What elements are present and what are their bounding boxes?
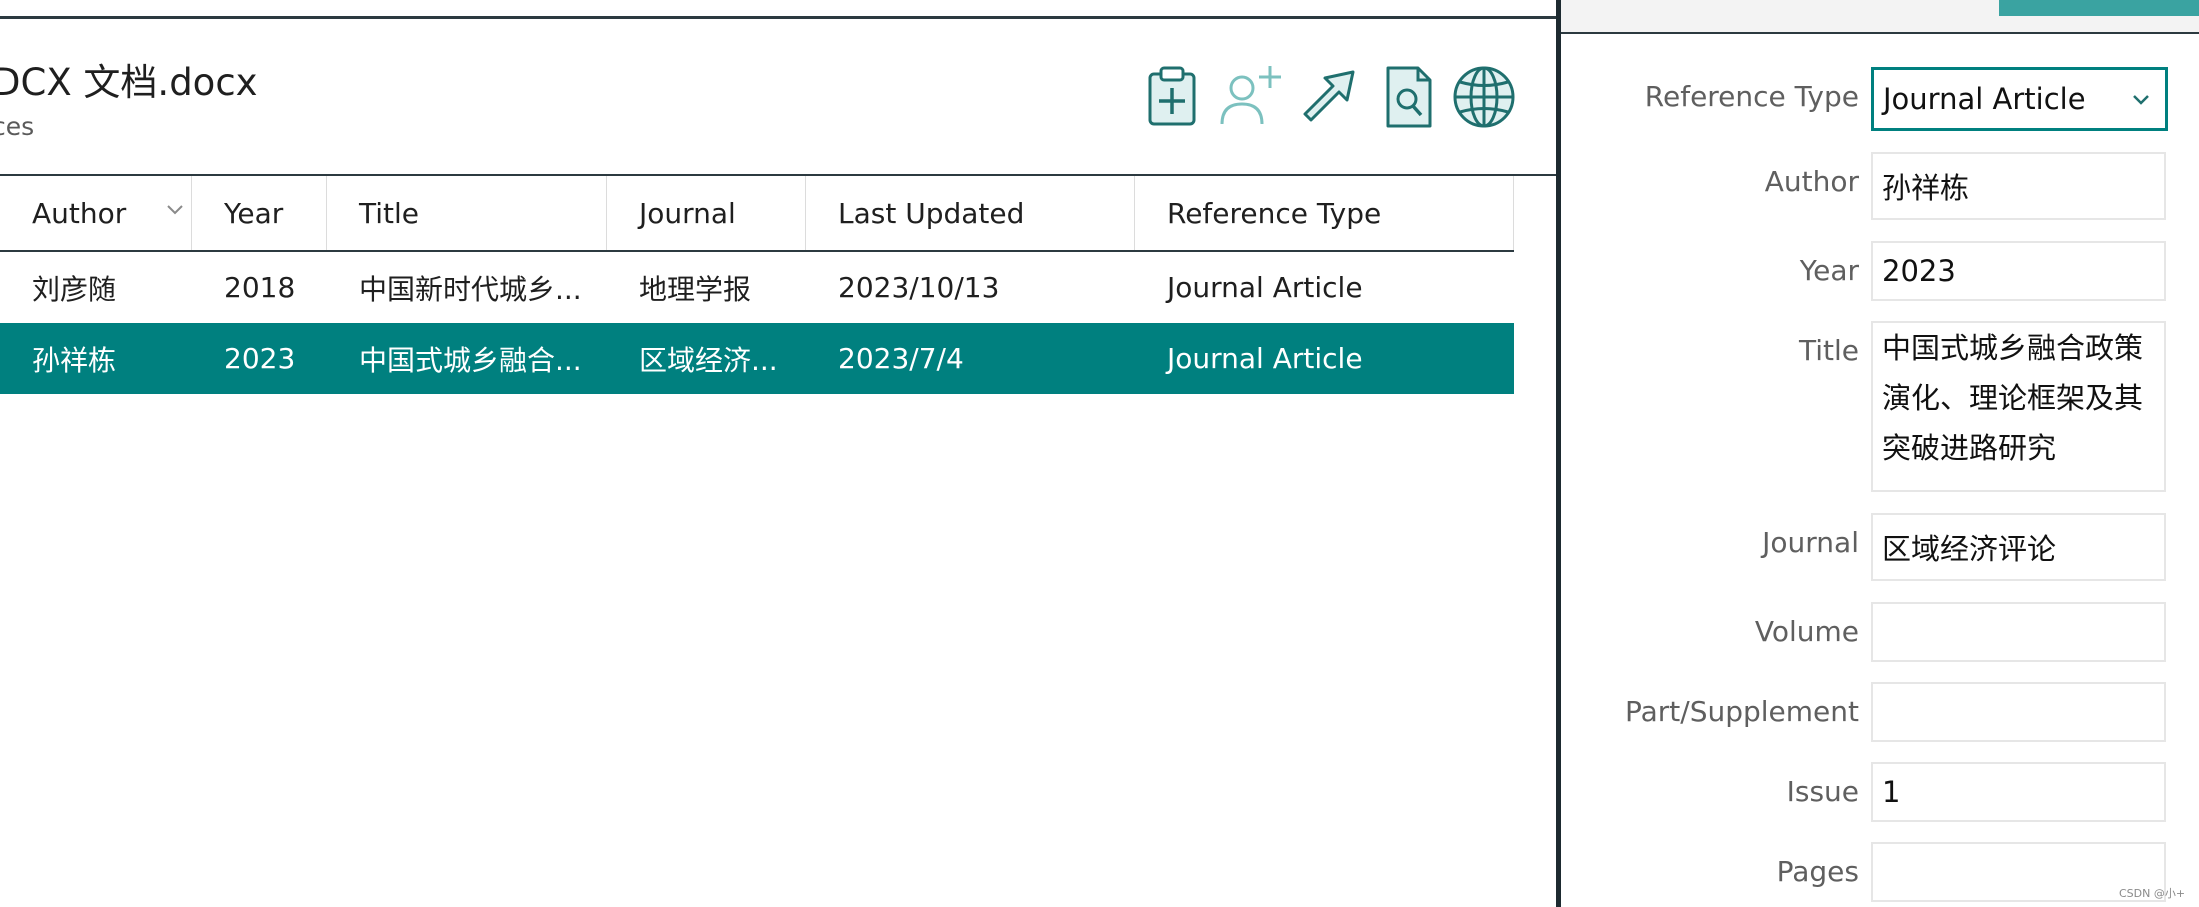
year-label: Year — [1799, 254, 1859, 287]
title-field[interactable]: 中国式城乡融合政策 演化、理论框架及其 突破进路研究 — [1871, 321, 2166, 492]
library-pane: DCX 文档.docx ces — [0, 0, 1556, 907]
cell-title: 中国新时代城乡... — [359, 272, 582, 306]
cell-journal: 区域经济... — [639, 343, 778, 377]
watermark: CSDN @小+ — [2119, 887, 2186, 900]
cell-reference-type: Journal Article — [1167, 271, 1363, 304]
part-supplement-field[interactable] — [1871, 682, 2166, 742]
table-header: Author Year Title Journal Last Updated R… — [0, 176, 1514, 252]
cell-author: 刘彦随 — [32, 272, 117, 306]
column-header-last-updated[interactable]: Last Updated — [806, 176, 1135, 250]
title-label: Title — [1798, 334, 1859, 367]
document-title: DCX 文档.docx — [0, 61, 258, 104]
reference-type-label: Reference Type — [1644, 80, 1859, 113]
part-supplement-label: Part/Supplement — [1624, 695, 1859, 728]
column-label: Journal — [639, 196, 736, 230]
cell-title: 中国式城乡融合... — [359, 343, 582, 377]
table-row-selected[interactable]: 孙祥栋 2023 中国式城乡融合... 区域经济... 2023/7/4 Jou… — [0, 323, 1514, 394]
column-label: Year — [224, 196, 284, 230]
cell-last-updated: 2023/7/4 — [838, 342, 964, 375]
issue-value: 1 — [1882, 775, 1901, 809]
globe-icon — [1453, 66, 1515, 128]
column-header-journal[interactable]: Journal — [607, 176, 806, 250]
author-field[interactable]: 孙祥栋 — [1871, 152, 2166, 220]
document-subtitle: ces — [0, 112, 35, 141]
insert-citation-button[interactable] — [1139, 64, 1205, 130]
title-line: 演化、理论框架及其 — [1882, 381, 2144, 415]
chevron-down-icon — [2133, 95, 2149, 105]
cell-year: 2023 — [224, 342, 296, 375]
year-value: 2023 — [1882, 254, 1956, 288]
pages-label: Pages — [1776, 855, 1859, 888]
find-document-icon — [1386, 66, 1432, 128]
column-header-year[interactable]: Year — [192, 176, 327, 250]
reference-type-select[interactable]: Journal Article — [1871, 67, 2168, 131]
details-tab[interactable] — [1999, 0, 2199, 16]
chevron-down-icon — [167, 205, 183, 215]
title-line: 突破进路研究 — [1882, 431, 2057, 465]
title-line: 中国式城乡融合政策 — [1882, 331, 2144, 365]
table-row[interactable]: 刘彦随 2018 中国新时代城乡... 地理学报 2023/10/13 Jour… — [0, 252, 1514, 323]
year-field[interactable]: 2023 — [1871, 241, 2166, 301]
add-author-icon — [1220, 66, 1281, 125]
cell-year: 2018 — [224, 271, 296, 304]
reference-type-value: Journal Article — [1883, 82, 2086, 116]
find-full-text-button[interactable] — [1376, 64, 1442, 130]
column-header-title[interactable]: Title — [327, 176, 607, 250]
column-label: Reference Type — [1167, 196, 1382, 230]
cell-reference-type: Journal Article — [1167, 342, 1363, 375]
reference-details-pane: Reference Type Journal Article Author 孙祥… — [1561, 0, 2199, 907]
column-label: Last Updated — [838, 196, 1025, 230]
column-header-author[interactable]: Author — [0, 176, 192, 250]
endnote-window: DCX 文档.docx ces — [0, 0, 2199, 907]
issue-field[interactable]: 1 — [1871, 762, 2166, 822]
cell-author: 孙祥栋 — [32, 343, 117, 377]
cell-last-updated: 2023/10/13 — [838, 271, 1000, 304]
journal-label: Journal — [1762, 526, 1859, 559]
column-label: Title — [359, 196, 420, 230]
journal-value: 区域经济评论 — [1882, 532, 2057, 566]
add-author-button[interactable] — [1218, 64, 1284, 130]
volume-label: Volume — [1754, 615, 1859, 648]
column-header-reference-type[interactable]: Reference Type — [1135, 176, 1514, 250]
top-divider — [0, 16, 1556, 19]
volume-field[interactable] — [1871, 602, 2166, 662]
column-label: Author — [32, 196, 127, 230]
cell-journal: 地理学报 — [639, 272, 752, 306]
open-link-button[interactable] — [1297, 64, 1363, 130]
online-search-button[interactable] — [1451, 64, 1517, 130]
clipboard-plus-icon — [1148, 66, 1196, 126]
issue-label: Issue — [1786, 775, 1859, 808]
arrow-up-right-icon — [1303, 70, 1355, 122]
journal-field[interactable]: 区域经济评论 — [1871, 513, 2166, 581]
author-value: 孙祥栋 — [1882, 171, 1970, 205]
author-label: Author — [1764, 165, 1859, 198]
